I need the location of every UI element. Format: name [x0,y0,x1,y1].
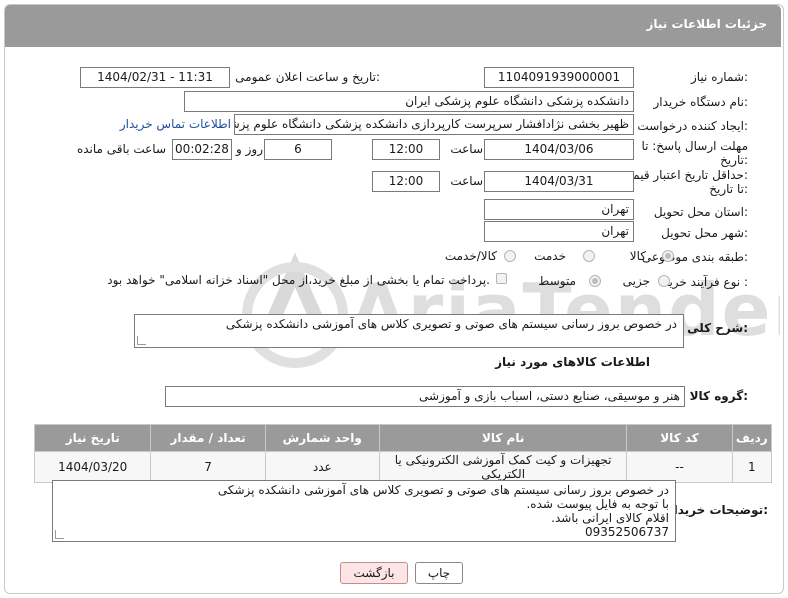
remaining-time-word: ساعت باقی مانده [76,142,166,156]
buyer-contact-link[interactable]: اطلاعات تماس خریدار [120,117,231,131]
category-option-goods: کالا [629,249,646,263]
process-radio-minor[interactable] [658,275,670,287]
col-quantity: تعداد / مقدار [150,424,266,452]
remaining-time-field: 00:02:28 [172,139,232,160]
validity-label-line2: تا تاریخ: [709,182,748,196]
summary-field: در خصوص بروز رسانی سیستم های صوتی و تصوی… [134,314,684,348]
category-radio-goods[interactable] [662,250,674,262]
col-row-number: ردیف [731,424,773,452]
notes-line: در خصوص بروز رسانی سیستم های صوتی و تصوی… [217,483,669,497]
category-option-goods-service: کالا/خدمت [444,249,497,263]
goods-table-header: ردیف کد کالا نام کالا واحد شمارش تعداد /… [33,424,773,452]
process-option-minor: جزیی [622,274,650,288]
validity-label-line1: حداقل تاریخ اعتبار قیمت: [621,168,748,182]
validity-time-word: ساعت [450,174,483,188]
print-button[interactable]: چاپ [415,562,463,584]
city-field: تهران [484,221,634,242]
col-item-code: کد کالا [626,424,733,452]
validity-date-field: 1404/03/31 [484,171,634,192]
validity-time-field: 12:00 [372,171,440,192]
deadline-time-field: 12:00 [372,139,440,160]
col-item-name: نام کالا [378,424,628,452]
goods-section-title: اطلاعات کالاهای مورد نیاز [495,355,650,369]
category-radio-goods-service[interactable] [504,250,516,262]
days-word: روز و [236,142,263,156]
process-radio-medium[interactable] [589,275,601,287]
notes-line: 09352506737 [585,525,669,539]
announce-field: 1404/02/31 - 11:31 [80,67,230,88]
treasury-payment-checkbox[interactable] [496,273,507,284]
deadline-date-field: 1404/03/06 [484,139,634,160]
page-header: جزئیات اطلاعات نیاز [5,5,781,47]
deadline-label-line1: مهلت ارسال پاسخ: تا [641,139,748,153]
goods-group-label: گروه کالا: [689,389,748,403]
col-need-date: تاریخ نیاز [33,424,152,452]
creator-field: ظهیر بخشی نژادافشار سرپرست کارپردازی دان… [234,114,634,135]
page-title: جزئیات اطلاعات نیاز [646,17,767,31]
cell-item-code: -- [626,451,733,483]
goods-group-field: هنر و موسیقی، صنایع دستی، اسباب بازی و آ… [165,386,685,407]
resize-grip-icon[interactable] [137,336,146,345]
notes-line: اقلام کالای ایرانی باشد. [551,511,669,525]
category-option-service: خدمت [534,249,566,263]
payment-note: پرداخت تمام یا بخشی از مبلغ خرید،از محل … [107,273,490,287]
category-label: طبقه بندی موضوعی: [641,250,748,264]
cell-need-date: 1404/03/20 [33,451,152,483]
process-option-medium: متوسط [538,274,576,288]
notes-line: با توجه به فایل پیوست شده. [526,497,669,511]
city-label: شهر محل تحویل: [661,226,748,240]
cell-quantity: 7 [150,451,266,483]
announce-label: تاریخ و ساعت اعلان عمومی: [235,70,380,84]
province-label: استان محل تحویل: [653,205,748,219]
goods-table: ردیف کد کالا نام کالا واحد شمارش تعداد /… [33,424,773,483]
table-row: 1 -- تجهیزات و کیت کمک آموزشی الکترونیکی… [33,451,773,483]
cell-row-number: 1 [731,451,773,483]
province-field: تهران [484,199,634,220]
need-number-field: 1104091939000001 [484,67,634,88]
deadline-time-word: ساعت [450,142,483,156]
back-button[interactable]: بازگشت [340,562,408,584]
buyer-org-field: دانشکده پزشکی دانشگاه علوم پزشکی ایران [184,91,634,112]
deadline-label-line2: تاریخ: [720,153,748,167]
need-number-label: شماره نیاز: [690,70,748,84]
process-label: نوع فرآیند خرید : [663,275,748,289]
summary-text: در خصوص بروز رسانی سیستم های صوتی و تصوی… [225,317,677,331]
buyer-notes-field: در خصوص بروز رسانی سیستم های صوتی و تصوی… [52,480,676,542]
resize-grip-icon[interactable] [55,530,64,539]
category-radio-service[interactable] [583,250,595,262]
cell-item-name: تجهیزات و کیت کمک آموزشی الکترونیکی یا ا… [378,451,628,483]
buyer-notes-label: توضیحات خریدار: [666,503,768,517]
col-unit: واحد شمارش [264,424,380,452]
creator-label: ایجاد کننده درخواست: [637,119,748,133]
days-field: 6 [264,139,332,160]
buyer-org-label: نام دستگاه خریدار: [653,95,749,109]
cell-unit: عدد [264,451,380,483]
